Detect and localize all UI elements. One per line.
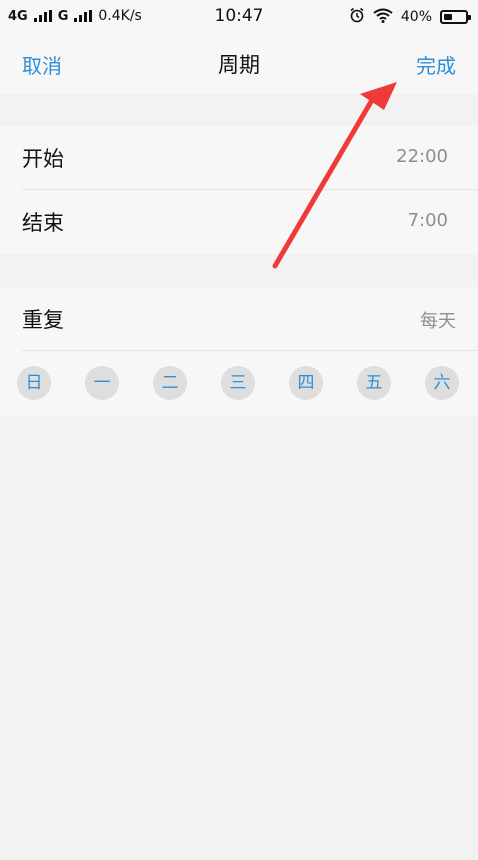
alarm-icon [349,7,365,27]
day-friday[interactable]: 五 [357,366,391,400]
repeat-value: 每天 [420,311,456,332]
battery-icon [440,10,471,24]
start-value: 22:00 [396,146,448,167]
weekday-selector: 日 一 二 三 四 五 六 [0,351,478,415]
repeat-row[interactable]: 重复 每天 [0,287,478,351]
day-monday[interactable]: 一 [85,366,119,400]
end-value: 7:00 [407,210,448,231]
status-right: 40% [349,7,471,27]
time-section: 开始 22:00 结束 7:00 [0,126,478,254]
page-title: 周期 [218,53,260,77]
day-thursday[interactable]: 四 [289,366,323,400]
status-bar: 4G G 0.4K/s 10:47 40% [0,0,478,34]
wifi-icon [373,8,393,27]
start-time-row[interactable]: 开始 22:00 [0,126,478,190]
day-sunday[interactable]: 日 [17,366,51,400]
day-wednesday[interactable]: 三 [221,366,255,400]
day-saturday[interactable]: 六 [425,366,459,400]
battery-level [444,14,452,20]
repeat-section: 重复 每天 日 一 二 三 四 五 六 [0,287,478,415]
day-tuesday[interactable]: 二 [153,366,187,400]
done-button[interactable]: 完成 [416,50,456,79]
battery-percent: 40% [400,9,432,25]
repeat-label: 重复 [22,308,64,332]
end-time-row[interactable]: 结束 7:00 [0,190,478,254]
end-label: 结束 [22,211,64,235]
nav-bar: 取消 周期 完成 [0,34,478,94]
start-label: 开始 [22,147,64,171]
